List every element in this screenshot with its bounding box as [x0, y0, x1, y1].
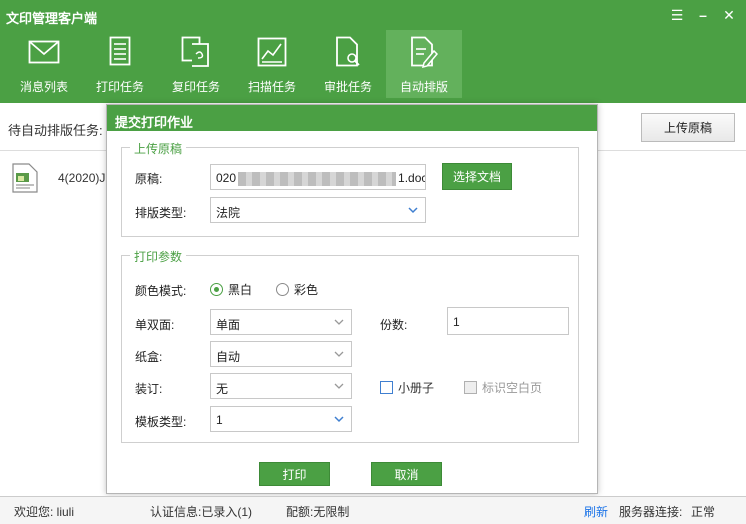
cancel-button[interactable]: 取消: [371, 462, 442, 486]
welcome-text: 欢迎您: liuli: [14, 505, 75, 519]
copy-icon: [178, 34, 214, 70]
radio-black-white[interactable]: 黑白: [210, 281, 252, 298]
tray-select[interactable]: 自动: [210, 341, 352, 367]
dialog-title: 提交打印作业: [107, 105, 597, 131]
checkbox-box: [380, 381, 393, 394]
envelope-icon: [26, 34, 62, 70]
choose-document-button[interactable]: 选择文档: [442, 163, 512, 190]
template-type-select[interactable]: 1: [210, 406, 352, 432]
nav-label: 消息列表: [19, 80, 68, 94]
checkbox-label: 小册子: [398, 381, 435, 395]
nav-item-copy-tasks[interactable]: 复印任务: [158, 30, 234, 98]
radio-label: 彩色: [294, 283, 319, 297]
nav-item-print-tasks[interactable]: 打印任务: [82, 30, 158, 98]
nav-label: 打印任务: [95, 80, 144, 94]
booklet-checkbox[interactable]: 小册子: [380, 379, 434, 396]
close-icon[interactable]: ✕: [716, 4, 742, 26]
minimize-icon[interactable]: –: [690, 4, 716, 26]
nav-label: 审批任务: [323, 80, 372, 94]
server-connection-label: 服务器连接:: [619, 505, 683, 519]
app-header: 文印管理客户端 ☰ – ✕ 消息列表 打印任务 复印任务 扫描任务 审批任务 自…: [0, 0, 746, 103]
doc-search-icon: [330, 34, 366, 70]
nav-item-scan-tasks[interactable]: 扫描任务: [234, 30, 310, 98]
submit-print-dialog: 提交打印作业 上传原稿 原稿: 0201.docx 选择文档 排版类型: 法院 …: [106, 104, 598, 494]
redacted-filename: [238, 171, 397, 186]
nav-item-messages[interactable]: 消息列表: [6, 30, 82, 98]
app-title: 文印管理客户端: [6, 11, 98, 26]
menu-icon[interactable]: ☰: [664, 4, 690, 26]
original-label: 原稿:: [135, 172, 163, 186]
refresh-link[interactable]: 刷新: [584, 503, 608, 520]
group-legend: 打印参数: [130, 248, 187, 265]
binding-label: 装订:: [135, 382, 163, 396]
original-file-field[interactable]: 020 1.docx: [210, 164, 426, 190]
chevron-down-icon: [334, 383, 344, 389]
color-mode-label: 颜色模式:: [135, 284, 187, 298]
template-type-label: 模板类型:: [135, 415, 187, 429]
print-button[interactable]: 打印: [259, 462, 330, 486]
quota-text: 配额:无限制: [286, 505, 350, 519]
window-controls: ☰ – ✕: [664, 4, 742, 26]
chevron-down-icon: [334, 416, 344, 423]
layout-type-value: 法院: [216, 206, 241, 220]
auth-info-text: 认证信息:已录入(1): [150, 505, 253, 519]
nav-item-auto-layout[interactable]: 自动排版: [386, 30, 462, 98]
binding-select[interactable]: 无: [210, 373, 352, 399]
radio-color[interactable]: 彩色: [276, 281, 318, 298]
tray-label: 纸盒:: [135, 350, 163, 364]
nav-item-approval-tasks[interactable]: 审批任务: [310, 30, 386, 98]
chevron-down-icon: [408, 207, 418, 214]
upload-original-button[interactable]: 上传原稿: [641, 113, 735, 142]
print-params-group: 打印参数 颜色模式: 黑白 彩色 单双面: 单面 份数: 1 纸盒: 自动 装订…: [121, 248, 579, 443]
duplex-value: 单面: [216, 318, 241, 332]
list-item[interactable]: 4(2020)J: [10, 162, 105, 194]
mark-blank-page-checkbox[interactable]: 标识空白页: [464, 379, 542, 396]
template-type-value: 1: [216, 413, 223, 427]
upload-group: 上传原稿 原稿: 020 1.docx 选择文档 排版类型: 法院: [121, 140, 579, 237]
binding-value: 无: [216, 382, 229, 396]
radio-dot-checked: [210, 283, 223, 296]
duplex-select[interactable]: 单面: [210, 309, 352, 335]
main-nav: 消息列表 打印任务 复印任务 扫描任务 审批任务 自动排版: [6, 30, 462, 98]
checkbox-box: [464, 381, 477, 394]
document-list-icon: [102, 34, 138, 70]
chevron-down-icon: [334, 319, 344, 325]
pending-task-label: 待自动排版任务:: [8, 123, 103, 138]
chart-scan-icon: [254, 34, 290, 70]
file-name-suffix: 1.docx: [398, 171, 425, 185]
nav-label: 复印任务: [171, 80, 220, 94]
task-name: 4(2020)J: [58, 171, 106, 185]
copies-field[interactable]: 1: [447, 307, 569, 335]
tray-value: 自动: [216, 350, 241, 364]
nav-label: 自动排版: [399, 80, 448, 94]
status-bar: 欢迎您: liuli 认证信息:已录入(1) 配额:无限制 刷新 服务器连接: …: [0, 496, 746, 524]
chevron-down-icon: [334, 351, 344, 357]
document-icon: [10, 162, 40, 194]
layout-type-label: 排版类型:: [135, 206, 187, 220]
nav-label: 扫描任务: [247, 80, 296, 94]
duplex-label: 单双面:: [135, 318, 175, 332]
radio-dot: [276, 283, 289, 296]
layout-type-select[interactable]: 法院: [210, 197, 426, 223]
doc-edit-icon: [406, 34, 442, 70]
file-name-prefix: 020: [216, 171, 237, 185]
server-status-text: 正常: [691, 505, 716, 519]
title-bar: 文印管理客户端 ☰ – ✕: [0, 0, 746, 28]
checkbox-label: 标识空白页: [482, 381, 543, 395]
copies-label: 份数:: [380, 318, 408, 332]
radio-label: 黑白: [228, 283, 253, 297]
group-legend: 上传原稿: [130, 140, 187, 157]
